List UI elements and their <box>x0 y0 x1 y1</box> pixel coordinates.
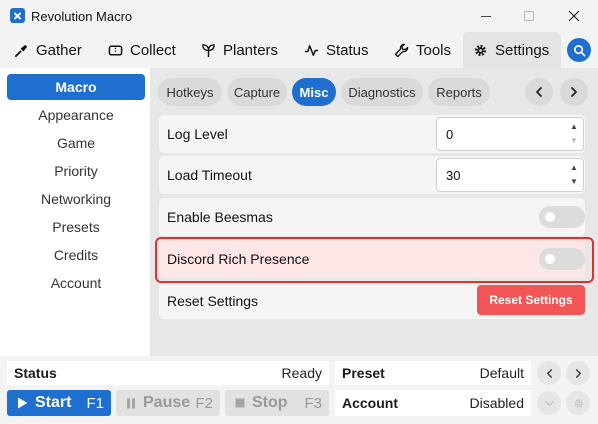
tab-status[interactable]: Status <box>294 32 379 68</box>
status-value: Ready <box>281 365 322 381</box>
account-label: Account <box>342 395 398 411</box>
log-level-value: 0 <box>446 126 454 142</box>
tab-gather-label: Gather <box>36 41 82 59</box>
preset-next-button[interactable] <box>566 361 590 385</box>
account-settings-button[interactable] <box>566 391 590 415</box>
tab-tools[interactable]: Tools <box>384 32 461 68</box>
sidebar-item-game[interactable]: Game <box>7 130 145 156</box>
status-label: Status <box>14 365 57 381</box>
spin-up-icon[interactable]: ▲ <box>570 164 578 172</box>
gear-icon <box>573 398 583 408</box>
title-bar: Revolution Macro <box>0 0 598 32</box>
tab-settings-label: Settings <box>495 41 550 59</box>
stop-icon <box>235 398 245 408</box>
chevron-right-icon <box>571 87 577 97</box>
subtab-hotkeys[interactable]: Hotkeys <box>158 78 222 106</box>
setting-row-log-level: Log Level 0 ▲ ▼ <box>159 115 585 153</box>
window-title: Revolution Macro <box>31 9 133 24</box>
subtab-prev-button[interactable] <box>525 78 553 106</box>
settings-panel: Hotkeys Capture Misc Diagnostics Reports… <box>150 68 598 356</box>
load-timeout-spinbox[interactable]: 30 ▲ ▼ <box>436 158 584 192</box>
play-icon <box>18 397 28 409</box>
chevron-down-icon <box>544 400 554 406</box>
preset-label: Preset <box>342 365 385 381</box>
minimize-icon <box>481 15 491 17</box>
subtab-capture[interactable]: Capture <box>227 78 287 106</box>
toggle-knob <box>545 212 555 222</box>
tab-planters-label: Planters <box>223 41 279 59</box>
spin-down-icon[interactable]: ▼ <box>570 136 578 145</box>
chevron-left-icon <box>536 87 542 97</box>
maximize-icon <box>524 11 534 21</box>
chevron-right-icon <box>575 368 581 378</box>
trowel-icon <box>14 44 28 57</box>
stop-label: Stop <box>252 394 288 411</box>
start-button[interactable]: Start F1 <box>7 390 111 416</box>
sprout-icon <box>202 43 215 57</box>
reset-settings-label: Reset Settings <box>167 293 259 309</box>
pause-button[interactable]: Pause F2 <box>116 390 220 416</box>
pulse-icon <box>304 44 319 56</box>
chevron-left-icon <box>546 368 552 378</box>
tab-collect[interactable]: Collect <box>98 32 186 68</box>
stop-button[interactable]: Stop F3 <box>225 390 329 416</box>
setting-row-load-timeout: Load Timeout 30 ▲ ▼ <box>159 156 585 194</box>
log-level-spinbox[interactable]: 0 ▲ ▼ <box>436 117 584 151</box>
tab-tools-label: Tools <box>416 41 452 59</box>
wrench-icon <box>394 43 409 57</box>
highlight-outline <box>155 237 594 283</box>
reset-settings-button[interactable]: Reset Settings <box>477 285 585 315</box>
pause-label: Pause <box>143 394 191 411</box>
load-timeout-label: Load Timeout <box>167 167 252 183</box>
load-timeout-value: 30 <box>446 167 461 183</box>
sidebar-item-appearance[interactable]: Appearance <box>7 102 145 128</box>
subtab-reports[interactable]: Reports <box>428 78 490 106</box>
tab-planters[interactable]: Planters <box>191 32 288 68</box>
sidebar-item-credits[interactable]: Credits <box>7 242 145 268</box>
account-value: Disabled <box>469 395 524 411</box>
pause-hotkey: F2 <box>195 394 213 412</box>
subtab-diagnostics[interactable]: Diagnostics <box>341 78 423 106</box>
start-label: Start <box>35 394 72 411</box>
minimize-button[interactable] <box>464 0 508 32</box>
status-panel: Status Ready <box>7 361 329 385</box>
preset-prev-button[interactable] <box>537 361 561 385</box>
preset-value: Default <box>479 365 524 381</box>
app-logo-icon <box>10 8 25 23</box>
maximize-button[interactable] <box>507 0 551 32</box>
sidebar-item-macro[interactable]: Macro <box>7 74 145 100</box>
spin-down-icon[interactable]: ▼ <box>570 177 578 186</box>
setting-row-enable-beesmas: Enable Beesmas <box>159 198 585 236</box>
sidebar-item-presets[interactable]: Presets <box>7 214 145 240</box>
account-panel: Account Disabled <box>335 390 531 416</box>
enable-beesmas-label: Enable Beesmas <box>167 209 273 225</box>
stop-hotkey: F3 <box>304 394 322 412</box>
search-button[interactable] <box>567 38 591 62</box>
preset-panel: Preset Default <box>335 361 531 385</box>
log-level-label: Log Level <box>167 126 228 142</box>
tab-settings[interactable]: Settings <box>463 32 561 68</box>
tab-collect-label: Collect <box>130 41 176 59</box>
tab-gather[interactable]: Gather <box>4 32 92 68</box>
subtab-misc[interactable]: Misc <box>292 78 336 106</box>
ticket-icon <box>108 45 123 55</box>
tab-status-label: Status <box>326 41 369 59</box>
sidebar-item-account[interactable]: Account <box>7 270 145 296</box>
search-icon <box>573 44 585 56</box>
sidebar-item-priority[interactable]: Priority <box>7 158 145 184</box>
subtab-next-button[interactable] <box>560 78 588 106</box>
spin-up-icon[interactable]: ▲ <box>570 123 578 131</box>
setting-row-reset: Reset Settings Reset Settings <box>159 283 585 319</box>
bottom-bar: Status Ready Start F1 Pause F2 Stop F3 P… <box>0 356 598 424</box>
sidebar-item-networking[interactable]: Networking <box>7 186 145 212</box>
close-icon <box>568 10 580 22</box>
account-dropdown-button[interactable] <box>537 391 561 415</box>
close-button[interactable] <box>552 0 596 32</box>
top-navigation: Gather Collect Planters Status Tools Set… <box>0 32 598 68</box>
gear-icon <box>474 44 487 56</box>
enable-beesmas-toggle[interactable] <box>539 206 585 228</box>
pause-icon <box>127 398 135 408</box>
start-hotkey: F1 <box>86 394 104 412</box>
sidebar: Macro Appearance Game Priority Networkin… <box>0 68 150 356</box>
